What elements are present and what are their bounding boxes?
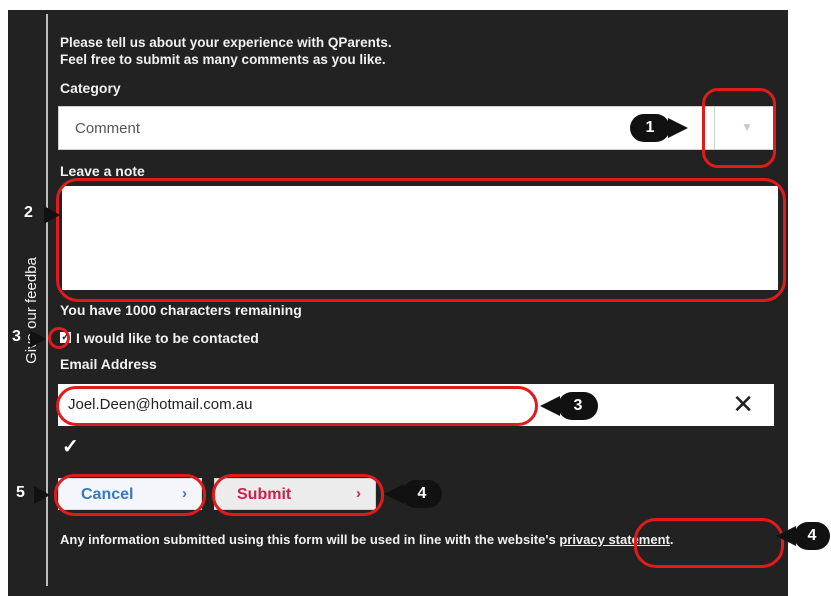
callout-4-privacy-pointer <box>776 526 796 546</box>
callout-4-privacy-number: 4 <box>794 522 830 550</box>
callout-3-email-number: 3 <box>558 392 598 420</box>
checkmark-icon: ✓ <box>62 436 79 458</box>
highlight-ring-email <box>56 386 538 426</box>
highlight-ring-submit <box>212 474 384 516</box>
intro-line-2: Feel free to submit as many comments as … <box>60 52 386 67</box>
callout-2-pointer <box>44 206 60 224</box>
callout-4-privacy: 4 <box>776 522 831 550</box>
email-label: Email Address <box>60 356 157 372</box>
callout-3-email: 3 <box>540 392 598 420</box>
callout-1-number: 1 <box>630 114 670 142</box>
callout-4-submit-number: 4 <box>402 480 442 508</box>
chars-remaining: You have 1000 characters remaining <box>60 302 302 318</box>
callout-5-pointer <box>34 486 50 504</box>
close-icon[interactable]: ✕ <box>732 390 754 418</box>
callout-3-checkbox-number: 3 <box>12 328 21 345</box>
category-value: Comment <box>75 120 141 137</box>
callout-5-number: 5 <box>16 484 25 501</box>
intro-line-1: Please tell us about your experience wit… <box>60 35 392 50</box>
feedback-side-tab[interactable]: Give our feedba <box>18 210 44 410</box>
contact-label: I would like to be contacted <box>76 330 259 346</box>
callout-4-submit: 4 <box>384 480 442 508</box>
callout-3-checkbox-pointer <box>30 330 46 348</box>
callout-4-submit-pointer <box>384 484 404 504</box>
privacy-footer: Any information submitted using this for… <box>60 532 674 547</box>
highlight-ring-note <box>56 178 786 302</box>
highlight-ring-privacy <box>634 518 784 568</box>
callout-2-number: 2 <box>24 204 33 221</box>
note-label: Leave a note <box>60 163 145 179</box>
footer-text: Any information submitted using this for… <box>60 532 560 547</box>
highlight-ring-cancel <box>54 474 206 516</box>
intro-text: Please tell us about your experience wit… <box>60 34 392 68</box>
highlight-ring-checkbox <box>48 327 70 349</box>
callout-1-pointer <box>668 118 688 138</box>
callout-1: 1 <box>630 114 688 142</box>
callout-3-email-pointer <box>540 396 560 416</box>
category-label: Category <box>60 80 121 96</box>
highlight-ring-select-arrow <box>702 88 776 168</box>
